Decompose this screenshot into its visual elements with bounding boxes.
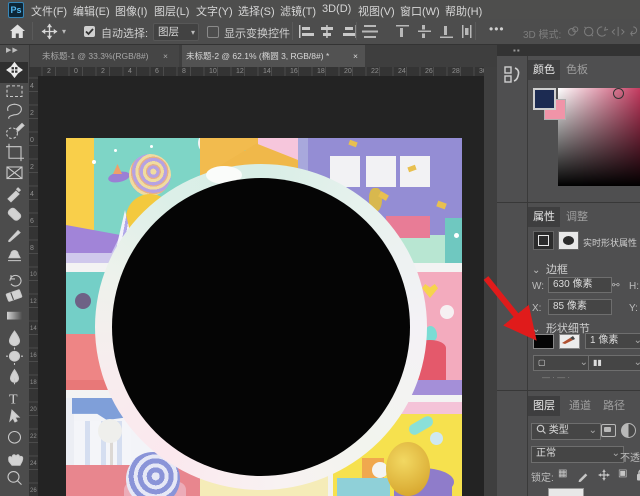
svg-text:T: T xyxy=(9,392,18,407)
